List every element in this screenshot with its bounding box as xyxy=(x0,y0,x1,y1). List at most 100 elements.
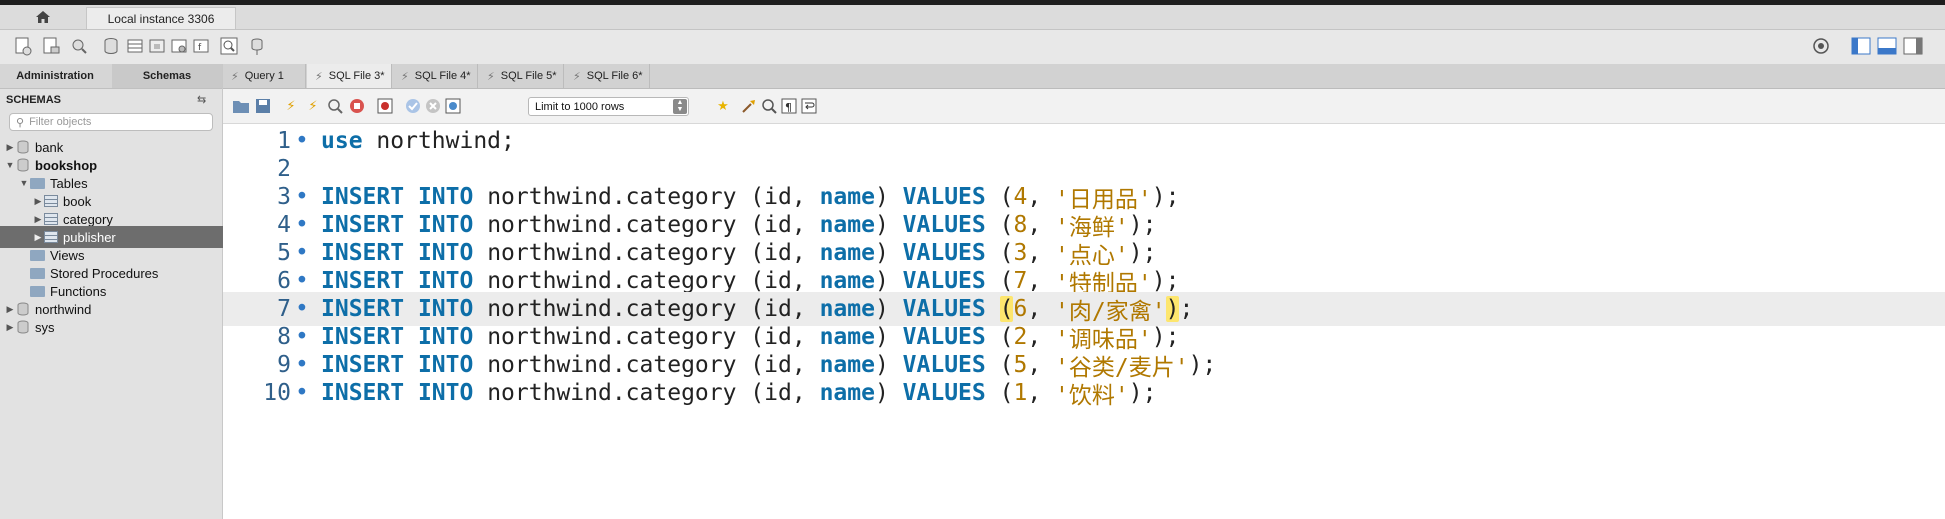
tab-schemas[interactable]: Schemas xyxy=(112,64,222,88)
expand-arrow-icon[interactable]: ▶ xyxy=(4,322,16,333)
identifier: id xyxy=(764,352,792,378)
stop-icon[interactable] xyxy=(347,96,367,116)
home-tab[interactable] xyxy=(18,5,68,29)
reconnect-icon[interactable] xyxy=(246,35,268,57)
toggle-output-icon[interactable] xyxy=(1876,35,1898,57)
tab-sql-file-5[interactable]: ⚡︎ SQL File 5* xyxy=(479,64,564,88)
number-literal: 5 xyxy=(1013,352,1028,378)
add-snippet-icon[interactable]: ★ xyxy=(713,96,733,116)
create-view-icon[interactable] xyxy=(146,35,168,57)
refresh-icon[interactable]: ⇆ xyxy=(197,93,206,106)
schema-item-sys[interactable]: ▶ sys xyxy=(0,316,226,338)
keyword: VALUES xyxy=(902,380,986,406)
statement-marker-icon: • xyxy=(295,380,309,406)
tree-label: Tables xyxy=(50,175,88,191)
search-table-data-icon[interactable] xyxy=(218,35,240,57)
filter-placeholder: Filter objects xyxy=(29,116,92,128)
filter-objects-input[interactable]: ⚲ Filter objects xyxy=(9,113,213,131)
lightning-icon: ⚡︎ xyxy=(573,70,581,83)
keyword: name xyxy=(819,352,875,378)
statement-marker-icon: • xyxy=(295,128,309,154)
tree-label: bookshop xyxy=(35,157,98,173)
inspector-icon[interactable] xyxy=(68,35,90,57)
number-literal: 3 xyxy=(1013,240,1028,266)
create-function-icon[interactable]: f xyxy=(190,35,212,57)
preferences-icon[interactable] xyxy=(1810,35,1832,57)
table-icon xyxy=(44,213,58,225)
keyword: name xyxy=(819,296,875,322)
identifier: id xyxy=(764,212,792,238)
keyword: name xyxy=(819,212,875,238)
line-number: 3 xyxy=(277,184,291,210)
new-sql-tab-icon[interactable] xyxy=(12,35,34,57)
expand-arrow-icon[interactable]: ▶ xyxy=(32,232,44,243)
keyword: INSERT xyxy=(321,352,405,378)
toggle-error-icon[interactable] xyxy=(375,96,395,116)
execute-all-icon[interactable]: ⚡︎ xyxy=(281,96,301,116)
create-schema-icon[interactable] xyxy=(100,35,122,57)
statement-marker-icon: • xyxy=(295,240,309,266)
find-icon[interactable] xyxy=(759,96,779,116)
tree-label: book xyxy=(63,193,92,209)
expand-arrow-icon[interactable]: ▶ xyxy=(4,142,16,153)
statement-marker-icon: • xyxy=(295,352,309,378)
identifier: northwind.category xyxy=(487,324,737,350)
keyword: INTO xyxy=(417,352,474,378)
create-table-icon[interactable] xyxy=(124,35,146,57)
execute-current-icon[interactable]: ⚡︎ xyxy=(303,96,323,116)
tree-label: category xyxy=(63,211,113,227)
toggle-secondary-sidebar-icon[interactable] xyxy=(1902,35,1924,57)
keyword: INTO xyxy=(417,268,474,294)
tab-query-1[interactable]: ⚡︎ Query 1 xyxy=(223,64,306,88)
tab-administration[interactable]: Administration xyxy=(0,64,110,88)
tab-sql-file-3[interactable]: ⚡︎ SQL File 3* xyxy=(307,64,392,88)
tab-label: SQL File 6* xyxy=(586,70,643,82)
explain-icon[interactable] xyxy=(325,96,345,116)
expand-arrow-icon[interactable]: ▶ xyxy=(4,304,16,315)
identifier: id xyxy=(764,380,792,406)
identifier: id xyxy=(764,296,792,322)
create-procedure-icon[interactable] xyxy=(168,35,190,57)
keyword: INTO xyxy=(417,380,474,406)
tree-label: publisher xyxy=(63,229,116,245)
identifier: northwind.category xyxy=(487,380,737,406)
statement-marker-icon: • xyxy=(295,324,309,350)
sql-editor[interactable]: 1 • use northwind; 2 3 • INSERT INTO northwi… xyxy=(223,124,1945,519)
tree-label: Functions xyxy=(50,283,107,299)
bracket-match-close: ) xyxy=(1165,296,1180,322)
word-wrap-icon[interactable] xyxy=(799,96,819,116)
identifier: id xyxy=(764,240,792,266)
bracket-match-open: ( xyxy=(999,296,1014,322)
keyword: INTO xyxy=(417,324,474,350)
identifier: id xyxy=(764,268,792,294)
number-literal: 7 xyxy=(1013,268,1028,294)
rollback-icon[interactable] xyxy=(423,96,443,116)
collapse-arrow-icon[interactable]: ▼ xyxy=(18,178,30,188)
tab-sql-file-6[interactable]: ⚡︎ SQL File 6* xyxy=(565,64,650,88)
collapse-arrow-icon[interactable]: ▼ xyxy=(4,160,16,170)
connection-tab[interactable]: Local instance 3306 xyxy=(86,7,236,29)
invisible-chars-icon[interactable]: ¶ xyxy=(779,96,799,116)
save-icon[interactable] xyxy=(253,96,273,116)
folder-icon xyxy=(30,267,45,279)
line-number: 10 xyxy=(263,380,291,406)
database-icon xyxy=(17,320,29,334)
toggle-sidebar-icon[interactable] xyxy=(1850,35,1872,57)
keyword: VALUES xyxy=(902,240,986,266)
autocommit-icon[interactable] xyxy=(443,96,463,116)
open-sql-script-icon[interactable] xyxy=(40,35,62,57)
keyword: INSERT xyxy=(321,184,405,210)
tab-label: SQL File 3* xyxy=(328,70,385,82)
keyword: VALUES xyxy=(902,296,986,322)
table-icon xyxy=(44,231,58,243)
commit-icon[interactable] xyxy=(403,96,423,116)
expand-arrow-icon[interactable]: ▶ xyxy=(32,214,44,225)
expand-arrow-icon[interactable]: ▶ xyxy=(32,196,44,207)
limit-rows-select[interactable]: Limit to 1000 rows ▲ ▼ xyxy=(528,97,689,116)
beautify-icon[interactable] xyxy=(739,96,759,116)
open-file-icon[interactable] xyxy=(231,96,251,116)
number-literal: 2 xyxy=(1013,324,1028,350)
connection-tab-row: Local instance 3306 xyxy=(0,5,1945,30)
editor-tab-bar: ⚡︎ Query 1 ⚡︎ SQL File 3* ⚡︎ SQL File 4* ⚡︎… xyxy=(223,64,1945,89)
tab-sql-file-4[interactable]: ⚡︎ SQL File 4* xyxy=(393,64,478,88)
